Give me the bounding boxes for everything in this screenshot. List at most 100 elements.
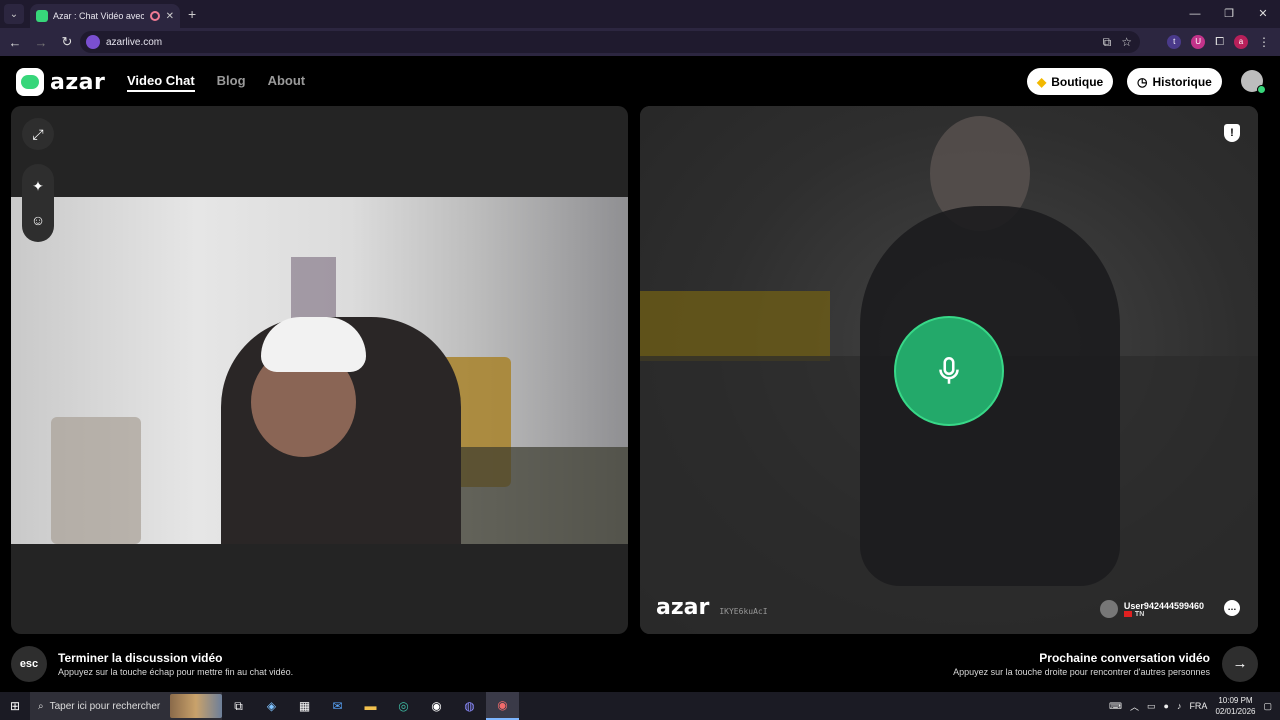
- time: 10:09 PM: [1218, 696, 1253, 705]
- next-chat-subtitle: Appuyez sur la touche droite pour rencon…: [953, 667, 1210, 677]
- remote-username: User942444599460: [1123, 600, 1204, 611]
- task-view-icon[interactable]: ⧉: [222, 692, 255, 720]
- clock[interactable]: 10:09 PM 02/01/2026: [1215, 695, 1255, 717]
- keyboard-icon[interactable]: ⌨: [1109, 701, 1122, 712]
- boutique-button[interactable]: ◆ Boutique: [1027, 68, 1114, 95]
- tab-title: Azar : Chat Vidéo avec de n: [53, 11, 144, 21]
- recording-icon: [149, 11, 160, 21]
- mail-icon[interactable]: ✉: [321, 692, 354, 720]
- logo-text: azar: [50, 69, 106, 95]
- windows-start-icon[interactable]: ⊞: [0, 699, 30, 713]
- bookmark-star-icon[interactable]: ☆: [1121, 35, 1132, 50]
- forward-icon[interactable]: →: [30, 35, 52, 50]
- historique-label: Historique: [1152, 74, 1212, 89]
- sparkle-icon: ✦: [32, 177, 44, 194]
- back-icon[interactable]: ←: [4, 35, 26, 50]
- copilot-icon[interactable]: ◈: [255, 692, 288, 720]
- nav-blog[interactable]: Blog: [217, 73, 246, 92]
- chat-bubble-button[interactable]: …: [1224, 600, 1240, 616]
- remote-video-panel: ! azar IKYE6kuAcI User942444599460 TN …: [640, 106, 1258, 634]
- remote-user-info[interactable]: User942444599460 TN: [1099, 600, 1204, 618]
- browser-menu-icon[interactable]: ⋮: [1258, 35, 1270, 49]
- volume-icon[interactable]: ♪: [1177, 701, 1182, 711]
- end-chat-title: Terminer la discussion vidéo: [58, 651, 223, 665]
- end-chat-subtitle: Appuyez sur la touche échap pour mettre …: [58, 667, 294, 677]
- extensions-puzzle-icon[interactable]: ⧠: [1215, 36, 1224, 49]
- self-camera-feed: [11, 197, 628, 544]
- discord-icon[interactable]: ◍: [453, 692, 486, 720]
- azar-logo[interactable]: azar: [16, 68, 105, 96]
- extension-t-icon[interactable]: t: [1167, 35, 1182, 49]
- session-code: IKYE6kuAcI: [719, 607, 768, 616]
- obs-icon[interactable]: ◉: [420, 692, 453, 720]
- expand-icon: ⤢: [32, 125, 44, 142]
- file-explorer-icon[interactable]: ▬: [354, 692, 387, 720]
- face-filter-button[interactable]: ☺: [22, 204, 54, 236]
- tunisia-flag-icon: [1123, 611, 1132, 617]
- expand-button[interactable]: ⤢: [22, 118, 54, 150]
- search-placeholder: Taper ici pour rechercher: [49, 700, 161, 712]
- microphone-icon: [939, 356, 959, 384]
- azar-favicon-icon: [36, 10, 48, 22]
- boutique-label: Boutique: [1051, 74, 1104, 89]
- background-object: [451, 447, 628, 544]
- system-tray: ⌨ ︿ ▭ ● ♪ FRA 10:09 PM 02/01/2026 ▢: [1109, 692, 1280, 720]
- call-controls: esc Terminer la discussion vidéo Appuyez…: [0, 644, 1280, 692]
- remote-user-avatar: [1099, 600, 1118, 618]
- tray-chevron-icon[interactable]: ︿: [1130, 700, 1139, 713]
- chrome-icon[interactable]: ◉: [486, 692, 519, 720]
- restore-icon[interactable]: ❐: [1212, 0, 1246, 28]
- reload-icon[interactable]: ↻: [56, 34, 78, 50]
- clock-icon: ◷: [1137, 74, 1148, 89]
- top-navigation: azar Video Chat Blog About ◆ Boutique ◷ …: [0, 56, 1280, 106]
- date: 02/01/2026: [1215, 707, 1256, 716]
- minimize-icon[interactable]: —: [1178, 0, 1212, 28]
- microphone-button[interactable]: [894, 316, 1004, 426]
- user-avatar[interactable]: [1241, 70, 1266, 94]
- close-window-icon[interactable]: ✕: [1246, 0, 1280, 28]
- search-icon: ⌕: [38, 700, 44, 712]
- background-wall: [640, 291, 830, 361]
- historique-button[interactable]: ◷ Historique: [1127, 68, 1222, 95]
- gem-icon: ◆: [1037, 74, 1047, 89]
- azar-app: azar Video Chat Blog About ◆ Boutique ◷ …: [0, 56, 1280, 692]
- close-tab-icon[interactable]: ✕: [166, 11, 174, 22]
- tab-search-button[interactable]: ⌄: [4, 4, 24, 24]
- self-cap: [261, 317, 366, 372]
- language-indicator[interactable]: FRA: [1189, 701, 1207, 711]
- notifications-icon[interactable]: ▢: [1263, 701, 1272, 712]
- network-icon[interactable]: ▭: [1147, 701, 1156, 712]
- browser-tab[interactable]: Azar : Chat Vidéo avec de n ✕: [30, 4, 180, 28]
- extension-shield-icon[interactable]: U: [1191, 35, 1206, 49]
- report-shield-button[interactable]: !: [1224, 124, 1240, 142]
- store-icon[interactable]: ▦: [288, 692, 321, 720]
- background-stool: [51, 417, 141, 544]
- self-video-panel: ⤢ ✦ ☺: [11, 106, 628, 634]
- nav-about[interactable]: About: [268, 73, 306, 92]
- effects-sparkle-button[interactable]: ✦: [22, 170, 54, 202]
- install-app-icon[interactable]: ⧉: [1103, 35, 1112, 50]
- face-filter-icon: ☺: [30, 212, 46, 228]
- next-chat-title: Prochaine conversation vidéo: [1039, 651, 1210, 665]
- extensions-area: t U ⧠ a ⋮: [1167, 28, 1280, 56]
- remote-country: TN: [1134, 610, 1145, 618]
- search-highlight-image: [170, 694, 222, 718]
- watermark-logo: azar: [656, 595, 710, 620]
- taskbar-search[interactable]: ⌕ Taper ici pour rechercher: [30, 692, 222, 720]
- end-chat-button[interactable]: esc: [11, 646, 47, 682]
- site-info-icon[interactable]: [86, 35, 100, 49]
- nav-video-chat[interactable]: Video Chat: [127, 73, 195, 92]
- profile-avatar-icon[interactable]: a: [1234, 35, 1248, 49]
- next-chat-button[interactable]: →: [1222, 646, 1258, 682]
- mic-tray-icon[interactable]: ●: [1164, 701, 1169, 711]
- browser-tab-bar: ⌄ Azar : Chat Vidéo avec de n ✕ + — ❐ ✕: [0, 0, 1280, 28]
- arrow-right-icon: →: [1232, 655, 1248, 672]
- edge-icon[interactable]: ◎: [387, 692, 420, 720]
- azar-logo-icon: [16, 68, 44, 96]
- windows-taskbar: ⊞ ⌕ Taper ici pour rechercher ⧉ ◈ ▦ ✉ ▬ …: [0, 692, 1280, 720]
- azar-watermark: azar IKYE6kuAcI: [656, 595, 768, 620]
- new-tab-button[interactable]: +: [188, 6, 196, 22]
- url-field[interactable]: azarlive.com ⧉ ☆: [80, 31, 1140, 53]
- url-text: azarlive.com: [106, 36, 163, 48]
- effects-toolbar: ✦ ☺: [22, 164, 54, 242]
